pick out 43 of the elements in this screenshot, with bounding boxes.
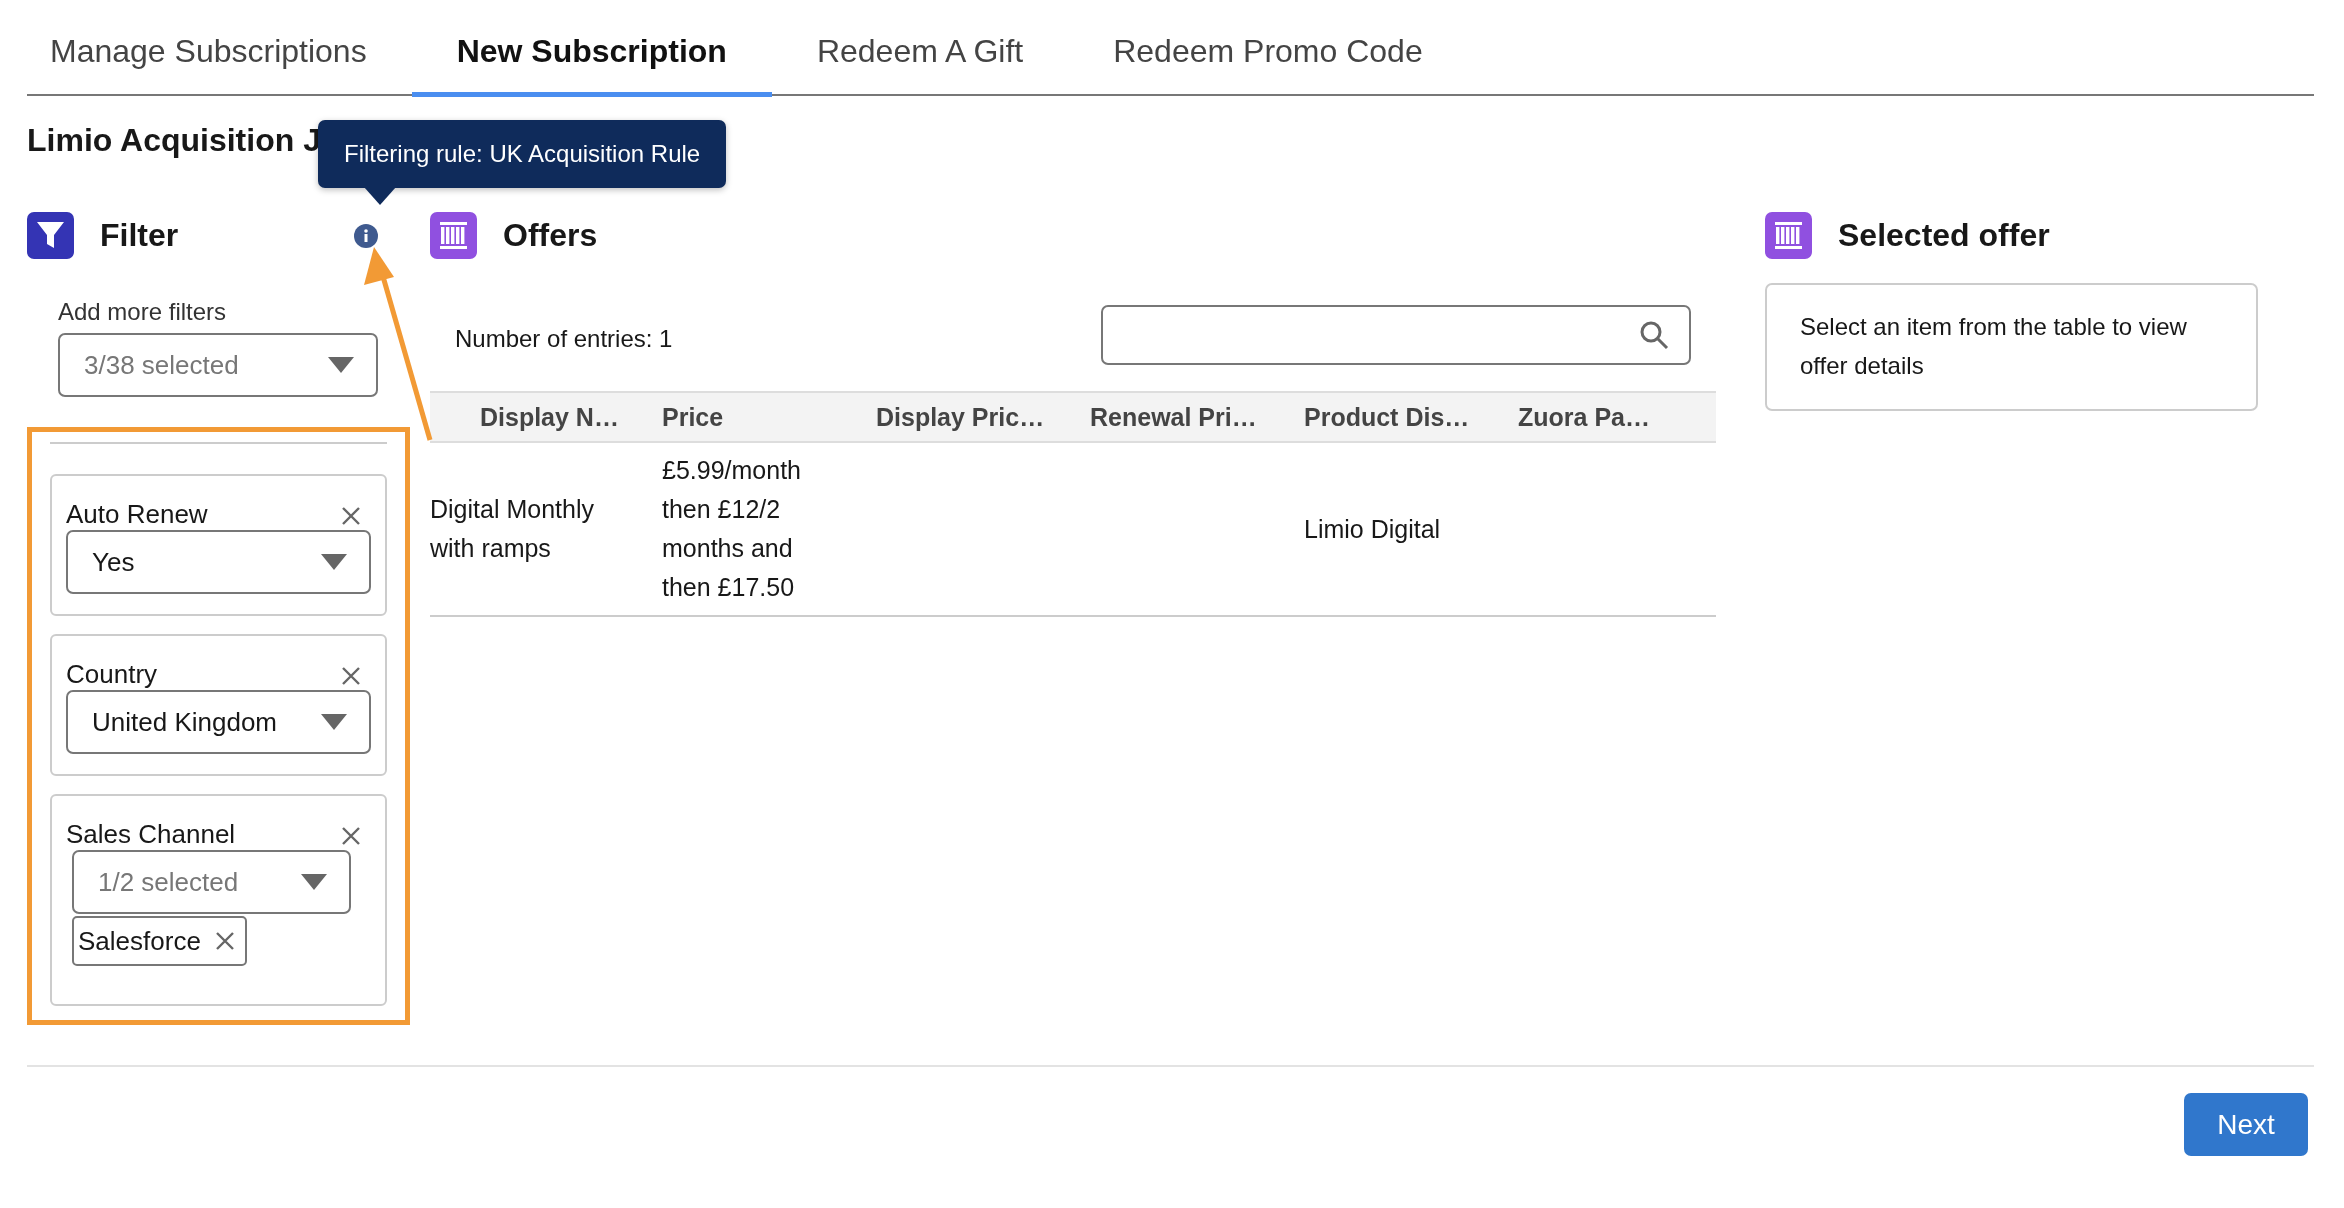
column-header[interactable]: Zuora Pa… — [1518, 391, 1716, 443]
column-header[interactable]: Display N… — [430, 391, 662, 443]
funnel-icon — [27, 212, 74, 259]
filter-select[interactable]: 1/2 selected — [72, 850, 351, 914]
filter-label: Auto Renew — [66, 498, 208, 530]
close-icon[interactable] — [214, 931, 235, 951]
barcode-icon — [430, 212, 477, 259]
filter-heading: Filter — [100, 217, 179, 254]
filter-select[interactable]: Yes — [66, 530, 371, 594]
caret-icon — [328, 357, 354, 373]
filter-label: Country — [66, 658, 158, 690]
add-filters-label: Add more filters — [58, 297, 228, 327]
column-header[interactable]: Product Dis… — [1304, 391, 1518, 443]
tab[interactable]: Redeem A Gift — [771, 0, 1069, 97]
tab[interactable]: Redeem Promo Code — [1068, 0, 1468, 97]
tooltip: Filtering rule: UK Acquisition Rule — [318, 120, 727, 188]
column-header[interactable]: Price — [662, 391, 876, 443]
selected-offer-heading: Selected offer — [1838, 217, 2050, 254]
close-icon[interactable] — [341, 826, 361, 846]
barcode-icon — [1765, 212, 1812, 259]
info-icon[interactable] — [354, 224, 378, 248]
filter-select[interactable]: United Kingdom — [66, 690, 371, 754]
filter-label: Sales Channel — [66, 818, 236, 850]
close-icon[interactable] — [341, 506, 361, 526]
empty-state-message: Select an item from the table to view offer details — [1765, 283, 2258, 411]
tab[interactable]: Manage Subscriptions — [27, 0, 412, 97]
column-header[interactable]: Display Pric… — [876, 391, 1090, 443]
table-cell: £5.99/month then £12/2 months and then £17.50 — [662, 443, 876, 617]
filter-picker[interactable]: 3/38 selected — [58, 333, 378, 397]
search-field[interactable] — [1101, 305, 1691, 365]
search-icon — [1639, 320, 1669, 350]
column-header[interactable]: Renewal Pri… — [1090, 391, 1304, 443]
caret-icon — [301, 874, 327, 890]
tooltip-pointer — [364, 187, 396, 205]
caret-icon — [321, 554, 347, 570]
close-icon[interactable] — [341, 666, 361, 686]
offers-heading: Offers — [503, 217, 598, 254]
caret-icon — [321, 714, 347, 730]
tab[interactable]: New Subscription — [411, 0, 772, 97]
next-button[interactable]: Next — [2184, 1093, 2308, 1156]
selected-pill[interactable]: Salesforce — [72, 916, 247, 966]
table-cell: Limio Digital — [1304, 443, 1518, 617]
entries-count: Number of entries: 1 — [455, 325, 673, 353]
